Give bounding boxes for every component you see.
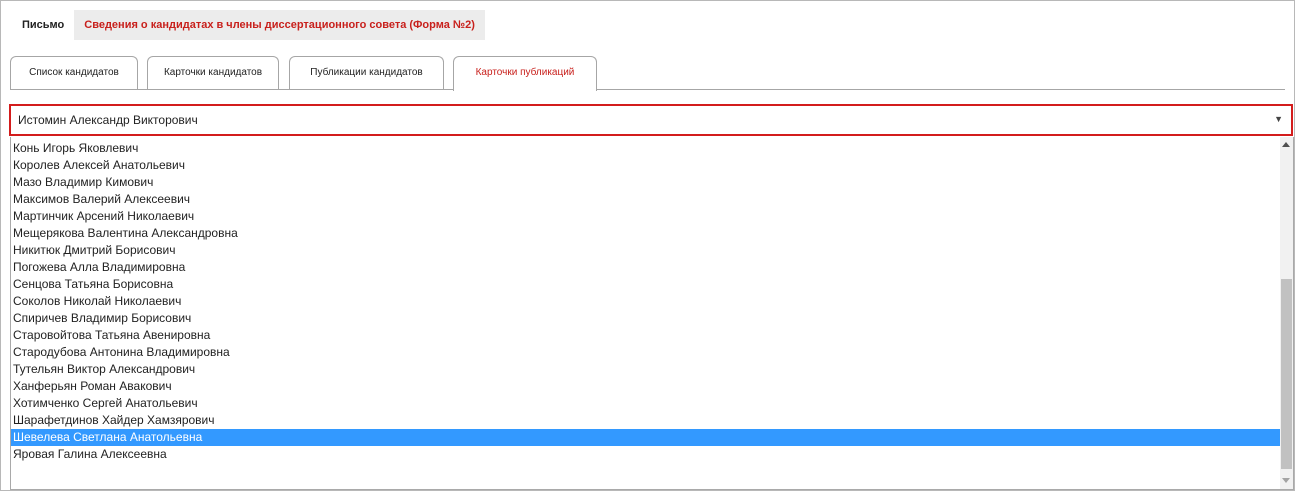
candidate-select[interactable]: Истомин Александр Викторович ▼ [9,104,1293,136]
list-item[interactable]: Мазо Владимир Кимович [11,174,1282,191]
list-item[interactable]: Тутельян Виктор Александрович [11,361,1282,378]
list-item[interactable]: Мартинчик Арсений Николаевич [11,208,1282,225]
tab-divider [10,89,1285,90]
tab-candidate-publications[interactable]: Публикации кандидатов [289,56,444,89]
tab-letter[interactable]: Письмо [12,10,75,40]
list-item[interactable]: Мещерякова Валентина Александровна [11,225,1282,242]
list-item[interactable]: Погожева Алла Владимировна [11,259,1282,276]
tab-publication-cards[interactable]: Карточки публикаций [453,56,597,91]
tab-candidate-cards[interactable]: Карточки кандидатов [147,56,279,89]
list-item[interactable]: Старовойтова Татьяна Авенировна [11,327,1282,344]
triangle-down-icon[interactable]: ▼ [1274,114,1283,124]
scroll-up-icon[interactable] [1282,142,1290,147]
list-item[interactable]: Яровая Галина Алексеевна [11,446,1282,463]
list-item[interactable]: Ханферьян Роман Авакович [11,378,1282,395]
candidate-dropdown-list[interactable]: Конь Игорь Яковлевич Королев Алексей Анат… [10,137,1294,490]
scroll-down-icon[interactable] [1282,478,1290,483]
tab-candidates-list[interactable]: Список кандидатов [10,56,138,89]
tab-candidates-info-form2[interactable]: Сведения о кандидатах в члены диссертаци… [74,10,485,40]
list-item[interactable]: Конь Игорь Яковлевич [11,140,1282,157]
option-list: Конь Игорь Яковлевич Королев Алексей Анат… [11,140,1282,463]
sub-tab-bar: Список кандидатов Карточки кандидатов Пу… [10,56,1295,91]
list-item[interactable]: Хотимченко Сергей Анатольевич [11,395,1282,412]
top-tab-bar: Письмо Сведения о кандидатах в члены дис… [12,10,485,40]
list-item[interactable]: Стародубова Антонина Владимировна [11,344,1282,361]
list-item[interactable]: Сенцова Татьяна Борисовна [11,276,1282,293]
list-item[interactable]: Королев Алексей Анатольевич [11,157,1282,174]
scrollbar-thumb[interactable] [1281,279,1292,469]
select-value: Истомин Александр Викторович [18,113,198,127]
list-item[interactable]: Никитюк Дмитрий Борисович [11,242,1282,259]
list-item[interactable]: Шарафетдинов Хайдер Хамзярович [11,412,1282,429]
scrollbar[interactable] [1280,137,1293,489]
list-item[interactable]: Шевелева Светлана Анатольевна [11,429,1282,446]
list-item[interactable]: Соколов Николай Николаевич [11,293,1282,310]
list-item[interactable]: Спиричев Владимир Борисович [11,310,1282,327]
list-item[interactable]: Максимов Валерий Алексеевич [11,191,1282,208]
